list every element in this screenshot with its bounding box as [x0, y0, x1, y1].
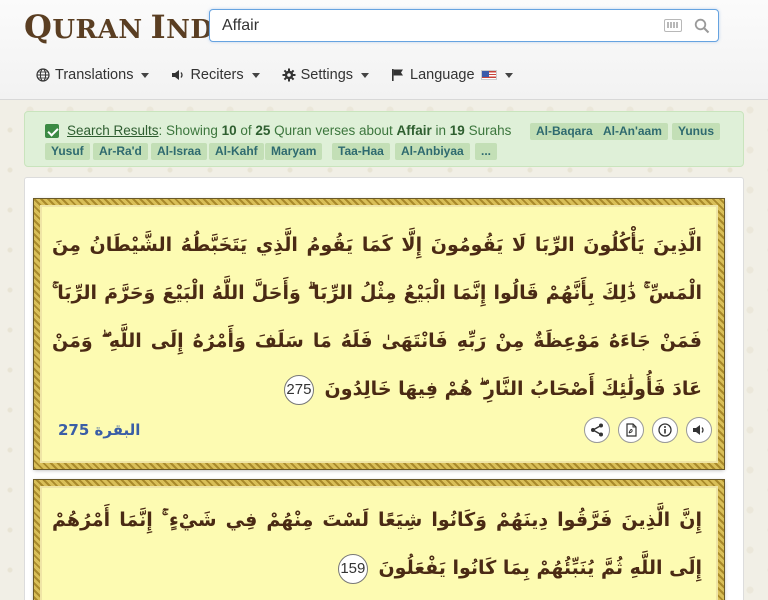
more-tags[interactable]: ... — [475, 143, 498, 160]
info-button[interactable] — [652, 417, 678, 443]
verse-actions — [584, 417, 712, 443]
header: QURANINDEX Translations Rec — [0, 0, 768, 100]
results-search-term: Affair — [396, 123, 432, 138]
surah-tag[interactable]: Al-Anbiyaa — [395, 143, 470, 160]
results-text: Search Results: Showing 10 of 25 Quran v… — [67, 123, 511, 138]
share-icon — [591, 423, 603, 437]
results-text-part: of — [236, 123, 256, 138]
surah-tag[interactable]: Al-Baqara — [530, 123, 599, 140]
surah-tag[interactable]: Yunus — [672, 123, 721, 140]
chevron-down-icon — [141, 72, 150, 78]
chevron-down-icon — [361, 72, 370, 78]
verse-card: الَّذِينَ يَأْكُلُونَ الرِّبَا لَا يَقُو… — [33, 198, 725, 470]
search-results-link[interactable]: Search Results — [67, 123, 159, 138]
results-total-count: 25 — [255, 123, 271, 138]
results-text-part: Surahs — [464, 123, 512, 138]
results-surah-count: 19 — [449, 123, 465, 138]
logo-letter-i: I — [150, 8, 167, 46]
search-icon[interactable] — [694, 18, 710, 34]
globe-icon — [36, 68, 50, 82]
surah-tag[interactable]: Maryam — [265, 143, 323, 160]
nav-reciters-label: Reciters — [190, 67, 244, 83]
nav-translations[interactable]: Translations — [36, 64, 150, 86]
verse-number-badge: 275 — [283, 374, 314, 405]
logo-text-uran: URAN — [52, 15, 143, 45]
nav-settings-label: Settings — [300, 67, 354, 83]
surah-tag[interactable]: Al-Kahf — [209, 143, 264, 160]
nav-translations-label: Translations — [55, 67, 134, 83]
speaker-icon — [172, 70, 184, 80]
verse-arabic-text: إِنَّ الَّذِينَ فَرَّقُوا دِينَهُمْ وَكَ… — [52, 509, 702, 579]
speaker-icon — [693, 425, 704, 435]
results-shown-count: 10 — [221, 123, 237, 138]
verse-number-badge: 159 — [337, 553, 368, 584]
surah-tag[interactable]: Al-Israa — [151, 143, 208, 160]
search-box — [209, 9, 719, 42]
surah-tag[interactable]: Ar-Ra'd — [93, 143, 148, 160]
nav-language[interactable]: Language — [391, 64, 513, 86]
nav-reciters[interactable]: Reciters — [171, 64, 260, 86]
results-text-part: Quran verses about — [270, 123, 397, 138]
results-text-part: : Showing — [158, 123, 222, 138]
nav-settings[interactable]: Settings — [282, 64, 370, 86]
share-button[interactable] — [584, 417, 610, 443]
search-results-summary: Search Results: Showing 10 of 25 Quran v… — [24, 111, 744, 167]
results-text-part: in — [431, 123, 450, 138]
main-nav: Translations Reciters Settings Language — [36, 64, 535, 86]
us-flag-icon — [480, 70, 497, 80]
flag-icon — [392, 69, 404, 81]
surah-tag[interactable]: Al-An'aam — [597, 123, 668, 140]
search-input[interactable] — [210, 10, 650, 41]
checkbox-checked-icon — [45, 124, 59, 138]
chevron-down-icon — [504, 72, 513, 78]
gear-icon — [282, 68, 296, 82]
keyboard-icon[interactable] — [664, 19, 682, 32]
surah-tag[interactable]: Yusuf — [45, 143, 90, 160]
verse-text: إِنَّ الَّذِينَ فَرَّقُوا دِينَهُمْ وَكَ… — [52, 496, 702, 592]
logo-letter-q: Q — [24, 8, 53, 46]
nav-language-label: Language — [410, 67, 475, 83]
verse-arabic-text: الَّذِينَ يَأْكُلُونَ الرِّبَا لَا يَقُو… — [52, 234, 702, 400]
surah-tag[interactable]: Taa-Haa — [332, 143, 390, 160]
info-icon — [658, 423, 672, 437]
pdf-icon — [626, 423, 637, 437]
surah-reference[interactable]: البقرة 275 — [58, 421, 140, 439]
pdf-button[interactable] — [618, 417, 644, 443]
chevron-down-icon — [251, 72, 260, 78]
audio-button[interactable] — [686, 417, 712, 443]
verse-text: الَّذِينَ يَأْكُلُونَ الرِّبَا لَا يَقُو… — [52, 221, 702, 413]
verse-card: إِنَّ الَّذِينَ فَرَّقُوا دِينَهُمْ وَكَ… — [33, 479, 725, 600]
